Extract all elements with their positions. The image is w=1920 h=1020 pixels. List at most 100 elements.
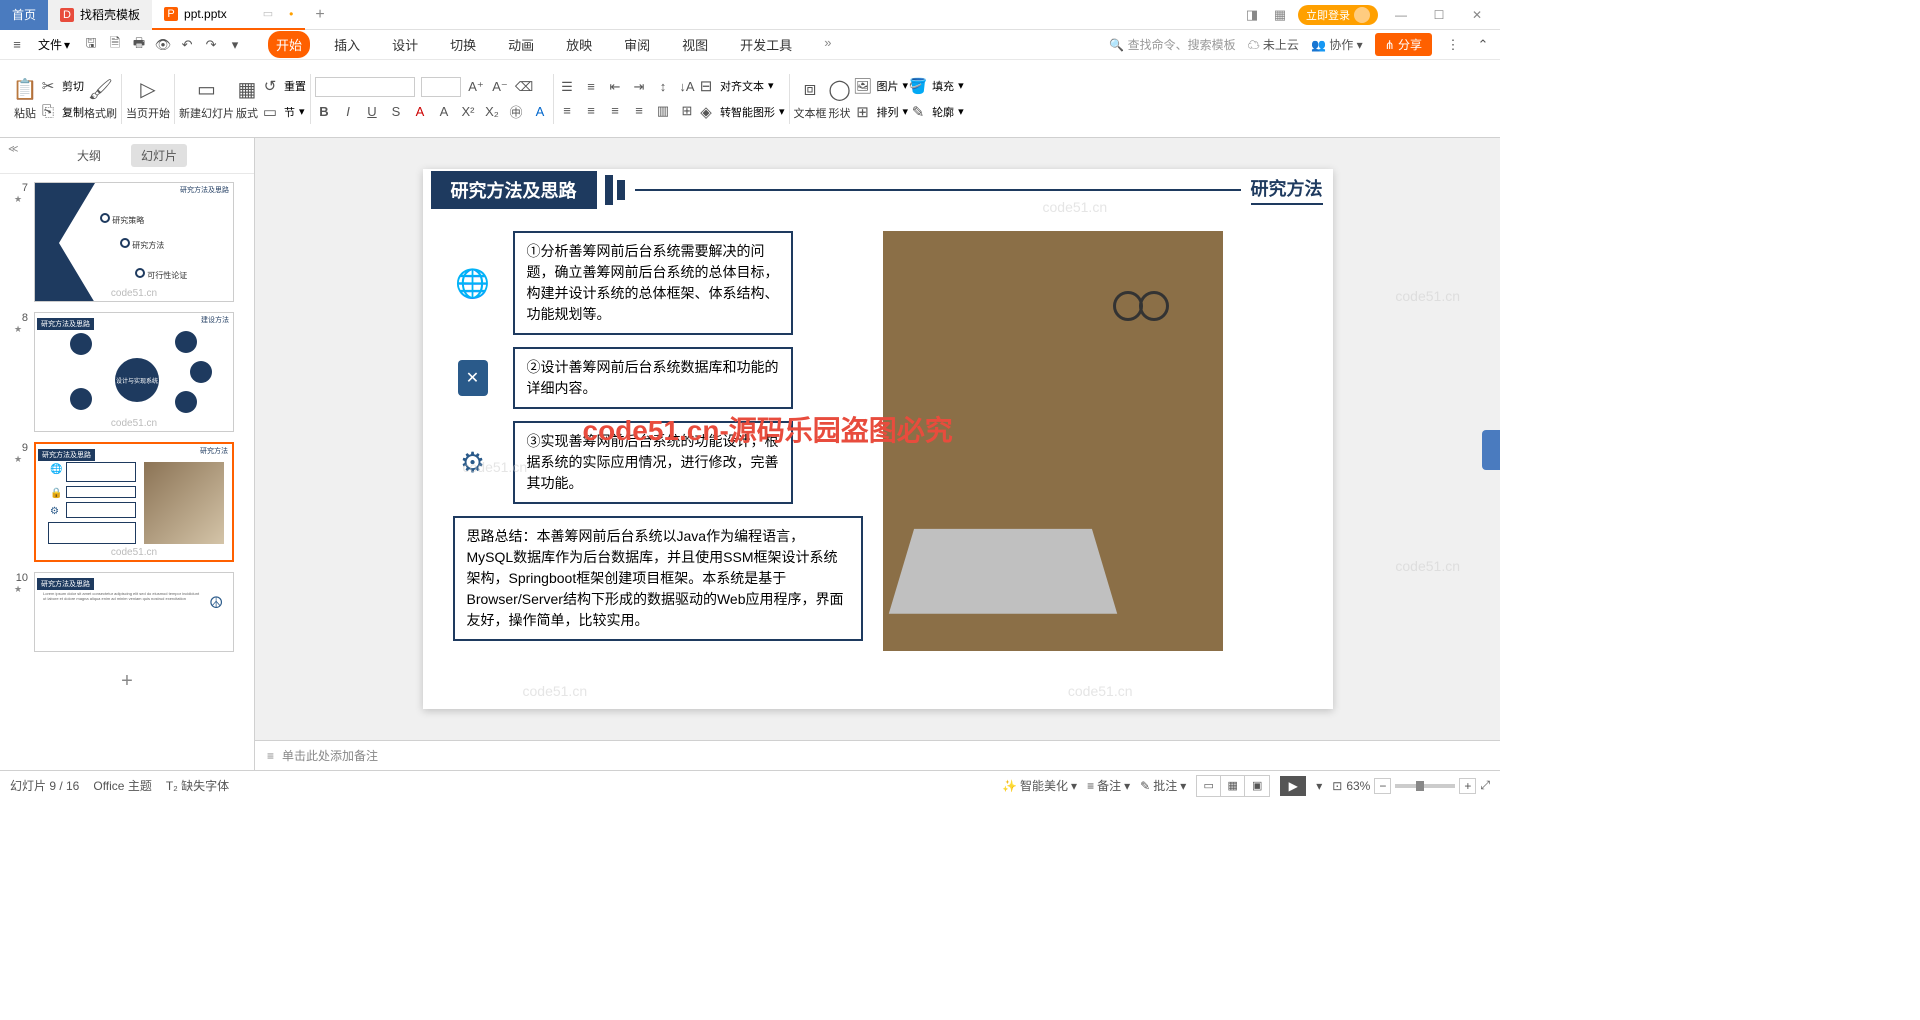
shrink-font-icon[interactable]: A⁻ <box>491 78 509 96</box>
bold-icon[interactable]: B <box>315 103 333 121</box>
indent-dec-icon[interactable]: ⇤ <box>606 78 624 96</box>
view-reading-icon[interactable]: ▣ <box>1245 776 1269 796</box>
outline-button[interactable]: ✎轮廓 ▾ <box>908 102 964 122</box>
minimize-button[interactable]: — <box>1386 5 1416 25</box>
fill-button[interactable]: 🪣填充 ▾ <box>908 76 964 96</box>
font-color-icon[interactable]: A <box>411 103 429 121</box>
menu-tab-animation[interactable]: 动画 <box>500 31 542 58</box>
save-as-icon[interactable]: 🗎 <box>106 36 124 54</box>
menu-tab-transition[interactable]: 切换 <box>442 31 484 58</box>
from-current-button[interactable]: ▷ 当页开始 <box>126 77 170 121</box>
beautify-button[interactable]: ✨ 智能美化 ▾ <box>1002 777 1077 794</box>
change-case-icon[interactable]: ㊥ <box>507 103 525 121</box>
subscript-icon[interactable]: X₂ <box>483 103 501 121</box>
menu-tab-design[interactable]: 设计 <box>384 31 426 58</box>
text-effects-icon[interactable]: A <box>531 103 549 121</box>
screen-icon[interactable]: ▭ <box>263 7 273 20</box>
thumb-9[interactable]: 9★ 研究方法及思路 研究方法 🌐 🔒 ⚙ code51.cn <box>14 442 240 562</box>
reset-button[interactable]: ↺重置 <box>260 76 306 96</box>
slideshow-dropdown[interactable]: ▾ <box>1316 779 1322 793</box>
share-button[interactable]: ⋔ 分享 <box>1375 33 1432 56</box>
collapse-ribbon-icon[interactable]: ⌃ <box>1474 36 1492 54</box>
new-slide-button[interactable]: ▭ 新建幻灯片 <box>179 77 234 121</box>
hamburger-icon[interactable]: ≡ <box>8 36 26 54</box>
sidebar-tab-slides[interactable]: 幻灯片 <box>131 144 187 167</box>
menu-tab-slideshow[interactable]: 放映 <box>558 31 600 58</box>
view-normal-icon[interactable]: ▭ <box>1197 776 1221 796</box>
format-painter-button[interactable]: 🖌 格式刷 <box>84 77 117 121</box>
columns-icon[interactable]: ▥ <box>654 102 672 120</box>
zoom-out-icon[interactable]: − <box>1374 778 1391 794</box>
strike-icon[interactable]: S <box>387 103 405 121</box>
menu-tab-dev[interactable]: 开发工具 <box>732 31 800 58</box>
print-preview-icon[interactable]: 👁 <box>154 36 172 54</box>
arrange-button[interactable]: ⊞排列 ▾ <box>853 102 909 122</box>
zoom-slider[interactable] <box>1395 784 1455 788</box>
save-icon[interactable]: 🖫 <box>82 36 100 54</box>
smartart-button[interactable]: ◈转智能图形 ▾ <box>696 102 785 122</box>
cloud-status[interactable]: ☁ 未上云 <box>1248 36 1299 53</box>
line-spacing-icon[interactable]: ↕ <box>654 78 672 96</box>
picture-button[interactable]: 🖼图片 ▾ <box>853 76 909 96</box>
font-select[interactable] <box>315 77 415 97</box>
text-dir-icon[interactable]: ↓A <box>678 78 696 96</box>
italic-icon[interactable]: I <box>339 103 357 121</box>
apps-icon[interactable]: ▦ <box>1270 5 1290 25</box>
collapse-sidebar-icon[interactable]: ≪ <box>8 144 18 155</box>
file-menu[interactable]: 文件 ▾ <box>32 34 76 55</box>
layout-1-icon[interactable]: ◨ <box>1242 5 1262 25</box>
zoom-in-icon[interactable]: + <box>1459 778 1476 794</box>
align-right-icon[interactable]: ≡ <box>606 102 624 120</box>
search-input[interactable]: 🔍 查找命令、搜索模板 <box>1109 36 1235 53</box>
menu-more-icon[interactable]: » <box>816 31 839 58</box>
sidebar-tab-outline[interactable]: 大纲 <box>67 144 111 167</box>
maximize-button[interactable]: ☐ <box>1424 5 1454 25</box>
font-size-select[interactable] <box>421 77 461 97</box>
redo-icon[interactable]: ↷ <box>202 36 220 54</box>
align-justify-icon[interactable]: ≡ <box>630 102 648 120</box>
thumb-10[interactable]: 10★ 研究方法及思路 Lorem ipsum dolor sit amet c… <box>14 572 240 652</box>
thumb-8[interactable]: 8★ 研究方法及思路 建设方法 设计与实现系统 code51.cn <box>14 312 240 432</box>
fit-window-icon[interactable]: ⤢ <box>1480 778 1490 793</box>
menu-tab-start[interactable]: 开始 <box>268 31 310 58</box>
shape-button[interactable]: ◯ 形状 <box>827 77 853 121</box>
comments-button[interactable]: ✎ 批注 ▾ <box>1140 777 1186 794</box>
align-left-icon[interactable]: ≡ <box>558 102 576 120</box>
view-sorter-icon[interactable]: ▦ <box>1221 776 1245 796</box>
textbox-button[interactable]: ⧈ 文本框 <box>794 77 827 121</box>
close-button[interactable]: ✕ <box>1462 5 1492 25</box>
menu-more-vert-icon[interactable]: ⋮ <box>1444 36 1462 54</box>
menu-tab-view[interactable]: 视图 <box>674 31 716 58</box>
tab-home[interactable]: 首页 <box>0 0 48 30</box>
slideshow-button[interactable]: ▶ <box>1280 776 1306 796</box>
align-center-icon[interactable]: ≡ <box>582 102 600 120</box>
zoom-level[interactable]: 63% <box>1346 779 1370 793</box>
print-icon[interactable]: 🖶 <box>130 36 148 54</box>
slide-canvas[interactable]: 研究方法及思路 研究方法 code51.cn 🌐 ①分析善筹网前后台系统需要解决… <box>423 169 1333 709</box>
undo-icon[interactable]: ↶ <box>178 36 196 54</box>
thumb-7[interactable]: 7★ 研究方法及思路 研究策略 研究方法 可行性论证 code51.cn <box>14 182 240 302</box>
paste-button[interactable]: 📋 粘贴 <box>12 77 38 121</box>
underline-icon[interactable]: U <box>363 103 381 121</box>
tab-file[interactable]: P ppt.pptx ▭ • <box>152 0 305 30</box>
menu-tab-insert[interactable]: 插入 <box>326 31 368 58</box>
highlight-icon[interactable]: A <box>435 103 453 121</box>
bullets-icon[interactable]: ☰ <box>558 78 576 96</box>
login-button[interactable]: 立即登录 <box>1298 5 1378 25</box>
fit-icon[interactable]: ⊡ <box>1332 779 1342 793</box>
grow-font-icon[interactable]: A⁺ <box>467 78 485 96</box>
feedback-tab[interactable] <box>1482 430 1500 470</box>
qat-dropdown-icon[interactable]: ▾ <box>226 36 244 54</box>
distribute-icon[interactable]: ⊞ <box>678 102 696 120</box>
notes-toggle-icon[interactable]: ≡ <box>267 749 274 763</box>
section-button[interactable]: ▭节 ▾ <box>260 102 306 122</box>
missing-font[interactable]: T₂ 缺失字体 <box>166 777 229 794</box>
numbering-icon[interactable]: ≡ <box>582 78 600 96</box>
tab-docer[interactable]: D 找稻壳模板 <box>48 0 152 30</box>
collab-button[interactable]: 👥 协作 ▾ <box>1311 36 1363 53</box>
copy-button[interactable]: ⎘复制 <box>38 102 84 122</box>
superscript-icon[interactable]: X² <box>459 103 477 121</box>
thumbs-panel[interactable]: 7★ 研究方法及思路 研究策略 研究方法 可行性论证 code51.cn 8★ … <box>0 174 254 770</box>
cut-button[interactable]: ✂剪切 <box>38 76 84 96</box>
notes-button[interactable]: ≡ 备注 ▾ <box>1087 777 1130 794</box>
